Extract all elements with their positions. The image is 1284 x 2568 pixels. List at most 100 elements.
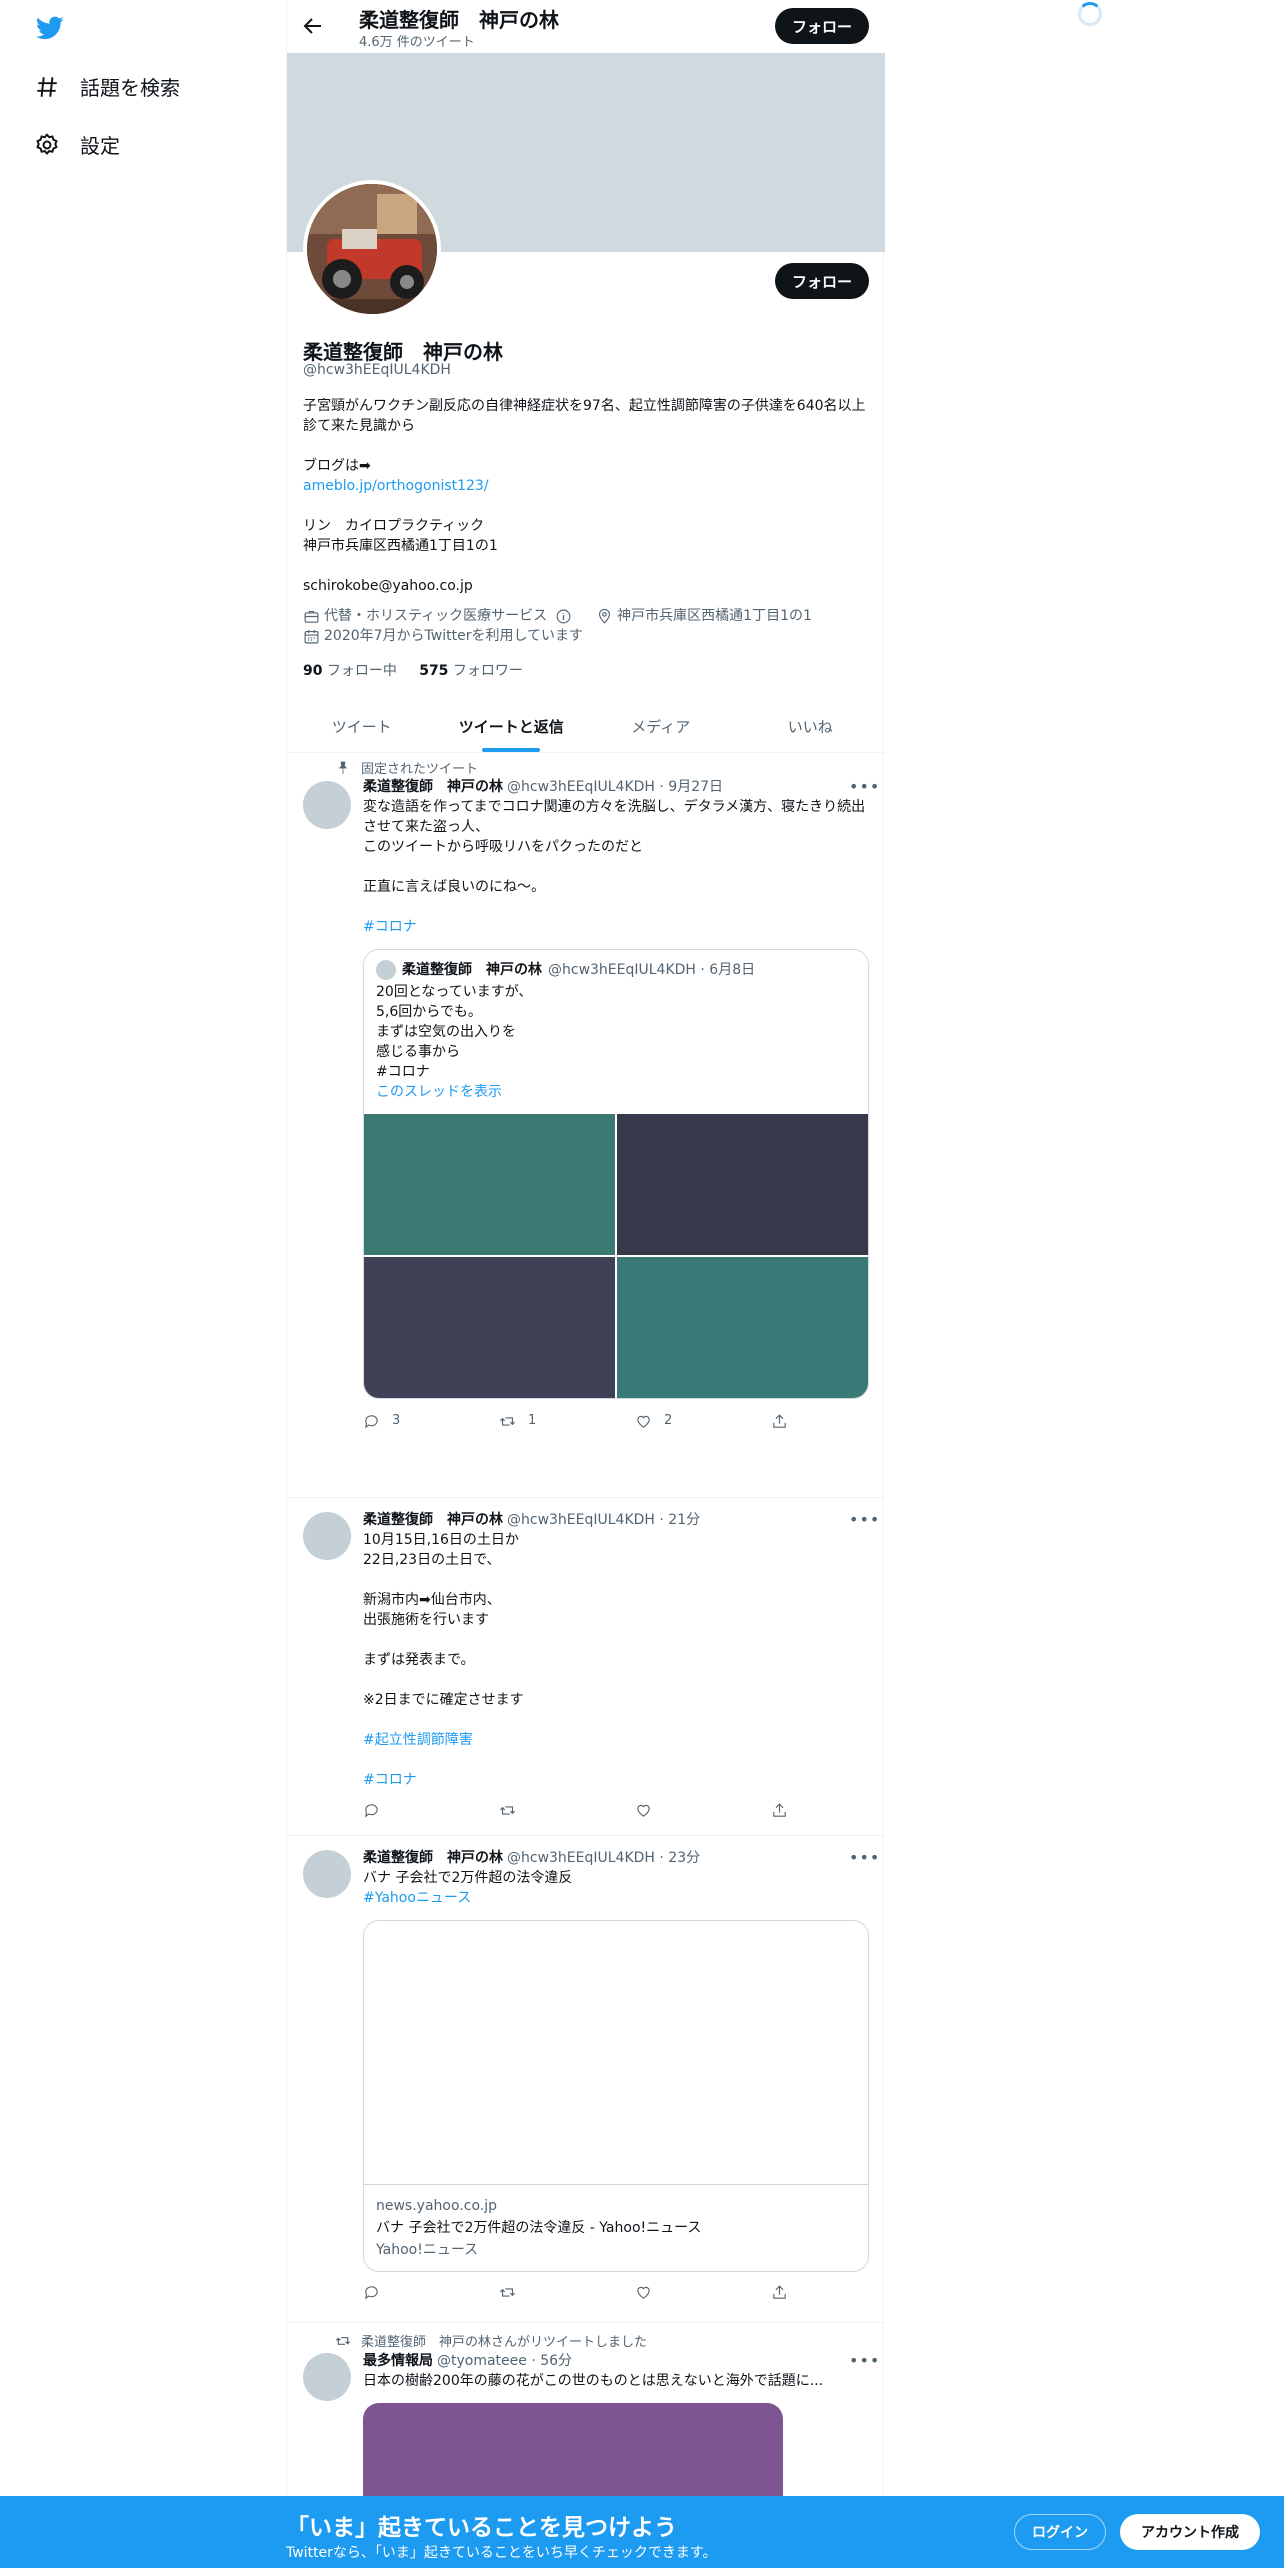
heart-icon [637,1804,650,1817]
followers-link[interactable]: 575 フォロワー [419,663,523,679]
signup-banner: 「いま」起きていることを見つけよう Twitterなら、「いま」起きていることを… [0,2496,1284,2568]
profile-location: 神戸市兵庫区西橘通1丁目1の1 [617,608,812,624]
tab-likes[interactable]: いいね [736,700,886,752]
tweet-handle-time[interactable]: @hcw3hEEqIUL4KDH · 9月27日 [507,777,723,797]
tweet-avatar[interactable] [303,781,351,829]
briefcase-icon [304,610,319,623]
tweet-body: 柔道整復師 神戸の林 @hcw3hEEqIUL4KDH · 23分 バナ 子会社… [363,1848,869,2301]
reply-icon [364,1414,378,1429]
quote-image[interactable] [617,1114,868,1255]
tab-media[interactable]: メディア [586,700,736,752]
tweet[interactable]: ••• 柔道整復師 神戸の林 @hcw3hEEqIUL4KDH · 23分 バナ… [287,1836,885,2323]
retweet-icon [500,1416,515,1426]
bio-line: schirokobe@yahoo.co.jp [303,578,473,594]
following-link[interactable]: 90 フォロー中 [303,663,397,679]
hashtag-link[interactable]: #起立性調節障害 [363,1732,473,1748]
tab-tweets-and-replies[interactable]: ツイートと返信 [437,700,587,752]
quote-image[interactable] [364,1257,615,1398]
profile-follow-button[interactable]: フォロー [775,263,869,299]
nav-explore[interactable]: 話題を検索 [34,72,180,101]
pinned-context: 固定されたツイート [335,758,478,777]
link-card-domain: news.yahoo.co.jp [376,2198,497,2214]
bio-line [303,496,869,516]
retweet-context: 柔道整復師 神戸の林さんがリツイートしました [335,2331,647,2350]
tweet[interactable]: ••• 柔道整復師 神戸の林 @hcw3hEEqIUL4KDH · 21分 10… [287,1498,885,1836]
tweet-avatar[interactable] [303,1850,351,1898]
tweet-avatar[interactable] [303,2353,351,2401]
profile-tabs: ツイート ツイートと返信 メディア いいね [287,700,885,753]
tweet-actions: 3 1 2 [363,1411,788,1431]
like-button[interactable]: 2 [635,1411,672,1431]
tweet-avatar[interactable] [303,1512,351,1560]
tweet-handle-time[interactable]: @tyomateee · 56分 [437,2351,572,2371]
tweet-actions [363,2284,788,2301]
header-name: 柔道整復師 神戸の林 [359,8,559,32]
heart-icon [637,1415,650,1428]
link-card[interactable]: news.yahoo.co.jp バナ 子会社で2万件超の法令違反 - Yaho… [363,1920,869,2272]
tweet-text: 日本の樹齢200年の藤の花がこの世のものとは思えないと海外で話題に... [363,2373,824,2389]
profile-avatar[interactable] [303,180,441,318]
retweet-button[interactable]: 1 [499,1411,536,1431]
like-button[interactable] [635,1802,652,1819]
tweet-author-name[interactable]: 柔道整復師 神戸の林 [363,1848,503,1868]
profile-handle: @hcw3hEEqIUL4KDH [303,362,451,378]
retweet-button[interactable] [499,2284,516,2301]
quote-author-name: 柔道整復師 神戸の林 [402,962,542,978]
bio-blog-link[interactable]: ameblo.jp/orthogonist123/ [303,478,489,494]
tweet-handle-time[interactable]: @hcw3hEEqIUL4KDH · 21分 [507,1510,700,1530]
bio-line: 神戸市兵庫区西橘通1丁目1の1 [303,538,498,554]
hashtag-icon [37,76,57,97]
profile-category: 代替・ホリスティック医療サービス [324,608,548,624]
nav-settings[interactable]: 設定 [34,130,120,159]
login-button[interactable]: ログイン [1014,2514,1106,2550]
reply-button[interactable]: 3 [363,1411,400,1431]
reply-icon [364,2286,378,2300]
nav-explore-label: 話題を検索 [80,76,180,100]
quote-text: 20回となっていますが、 5,6回からでも。 まずは空気の出入りを 感じる事から… [376,984,533,1100]
reply-icon [364,1804,378,1818]
tweet[interactable]: 固定されたツイート ••• 柔道整復師 神戸の林 @hcw3hEEqIUL4KD… [287,753,885,1498]
link-card-image [364,1921,868,2185]
profile-header-bar: 柔道整復師 神戸の林 4.6万 件のツイート フォロー [287,0,885,53]
like-button[interactable] [635,2284,652,2301]
quoted-tweet[interactable]: 柔道整復師 神戸の林 @hcw3hEEqIUL4KDH · 6月8日 20回とな… [363,949,869,1399]
hashtag-link[interactable]: #コロナ [363,919,417,935]
location-pin-icon [599,608,611,624]
header-follow-button[interactable]: フォロー [775,8,869,44]
quote-media-grid [364,1114,868,1398]
tweet-author-name[interactable]: 柔道整復師 神戸の林 [363,1510,503,1530]
share-button[interactable] [771,1411,788,1431]
gear-icon [36,132,58,155]
bio-line: ブログは➡ [303,458,371,474]
header-tweet-count: 4.6万 件のツイート [359,35,475,50]
tab-tweets[interactable]: ツイート [287,700,437,752]
bio-line [303,556,869,576]
share-icon [773,2285,786,2299]
tweet-handle-time[interactable]: @hcw3hEEqIUL4KDH · 23分 [507,1848,700,1868]
quote-avatar [376,960,396,980]
tweet-text: 10月15日,16日の土日か 22日,23日の土日で、 新潟市内➡仙台市内、 出… [363,1532,524,1788]
bio-line: 子宮頸がんワクチン副反応の自律神経症状を97名、起立性調節障害の子供達を640名… [303,398,866,434]
reply-button[interactable] [363,1802,380,1819]
info-icon[interactable] [555,608,572,625]
hashtag-link[interactable]: #Yahooニュース [363,1890,471,1906]
tweet-body: 柔道整復師 神戸の林 @hcw3hEEqIUL4KDH · 21分 10月15日… [363,1510,869,1819]
nav-settings-label: 設定 [80,134,120,158]
tweet-author-name[interactable]: 柔道整復師 神戸の林 [363,777,503,797]
profile-meta: 代替・ホリスティック医療サービス 神戸市兵庫区西橘通1丁目1の1 2020年7月… [303,606,869,646]
quote-image[interactable] [617,1257,868,1398]
profile-joined: 2020年7月からTwitterを利用しています [324,628,584,644]
back-arrow-icon[interactable] [301,14,325,38]
show-thread-link[interactable]: このスレッドを表示 [376,1084,502,1100]
hashtag-link[interactable]: #コロナ [363,1772,417,1788]
bio-line: リン カイロプラクティック [303,518,485,534]
reply-button[interactable] [363,2284,380,2301]
twitter-logo-icon[interactable] [34,14,66,42]
retweet-button[interactable] [499,1802,516,1819]
quote-image[interactable] [364,1114,615,1255]
share-button[interactable] [771,2284,788,2301]
signup-button[interactable]: アカウント作成 [1120,2514,1260,2550]
tweet-author-name[interactable]: 最多情報局 [363,2351,433,2371]
share-button[interactable] [771,1802,788,1819]
tweet-body: 柔道整復師 神戸の林 @hcw3hEEqIUL4KDH · 9月27日 変な造語… [363,777,869,1431]
